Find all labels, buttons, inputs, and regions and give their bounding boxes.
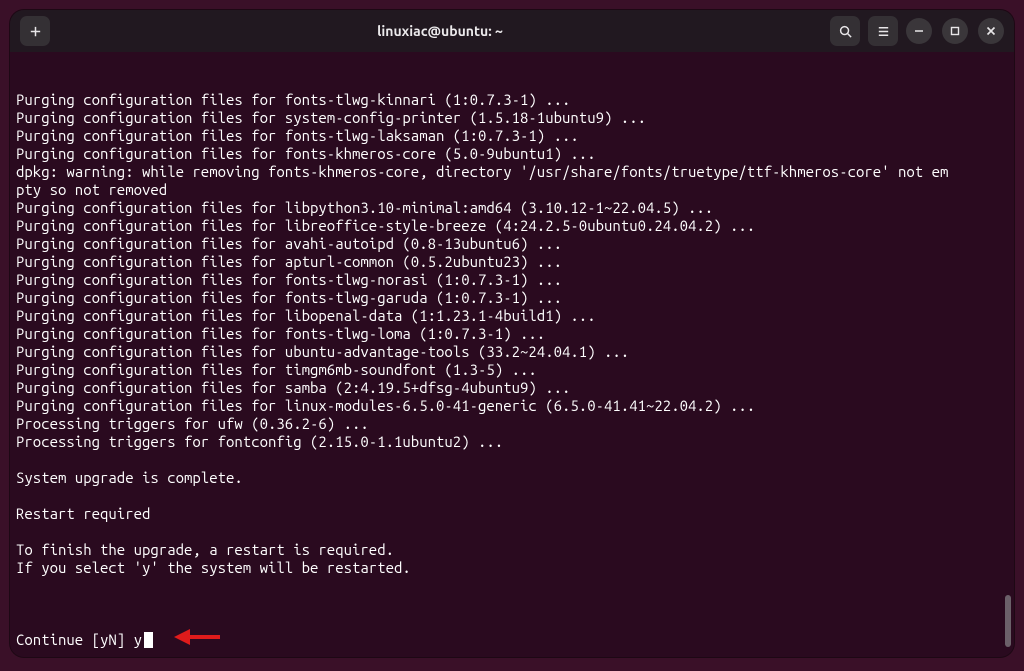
- terminal-line: Purging configuration files for apturl-c…: [16, 253, 1008, 271]
- terminal-line: Processing triggers for ufw (0.36.2-6) .…: [16, 415, 1008, 433]
- hamburger-menu-button[interactable]: [868, 16, 898, 46]
- terminal-line: Purging configuration files for linux-mo…: [16, 397, 1008, 415]
- window-controls: [906, 18, 1004, 44]
- cursor: [144, 632, 153, 648]
- terminal-line: Purging configuration files for avahi-au…: [16, 235, 1008, 253]
- terminal-line: To finish the upgrade, a restart is requ…: [16, 541, 1008, 559]
- terminal-output[interactable]: Purging configuration files for fonts-tl…: [10, 52, 1014, 657]
- user-input: y: [134, 631, 142, 648]
- terminal-line: Purging configuration files for fonts-tl…: [16, 91, 1008, 109]
- terminal-window: linuxiac@ubuntu: ~ Purging configuration…: [10, 10, 1014, 657]
- new-tab-button[interactable]: [20, 16, 50, 46]
- terminal-line: Purging configuration files for fonts-kh…: [16, 145, 1008, 163]
- terminal-line: Purging configuration files for system-c…: [16, 109, 1008, 127]
- terminal-line: Purging configuration files for fonts-tl…: [16, 127, 1008, 145]
- terminal-line: dpkg: warning: while removing fonts-khme…: [16, 163, 1008, 181]
- terminal-line: Purging configuration files for samba (2…: [16, 379, 1008, 397]
- annotation-arrow: [174, 629, 220, 645]
- title-bar: linuxiac@ubuntu: ~: [10, 10, 1014, 52]
- prompt-text: Continue [yN]: [16, 631, 134, 648]
- scrollbar[interactable]: [1005, 595, 1011, 647]
- terminal-line: Purging configuration files for libreoff…: [16, 217, 1008, 235]
- terminal-line: System upgrade is complete.: [16, 469, 1008, 487]
- terminal-line: Restart required: [16, 505, 1008, 523]
- terminal-line: Purging configuration files for fonts-tl…: [16, 325, 1008, 343]
- terminal-line: Purging configuration files for libopena…: [16, 307, 1008, 325]
- terminal-line: Purging configuration files for libpytho…: [16, 199, 1008, 217]
- terminal-line: [16, 451, 1008, 469]
- terminal-line: Purging configuration files for fonts-tl…: [16, 289, 1008, 307]
- search-button[interactable]: [830, 16, 860, 46]
- terminal-line: Purging configuration files for ubuntu-a…: [16, 343, 1008, 361]
- terminal-line: If you select 'y' the system will be res…: [16, 559, 1008, 577]
- close-button[interactable]: [978, 18, 1004, 44]
- terminal-line: pty so not removed: [16, 181, 1008, 199]
- maximize-button[interactable]: [942, 18, 968, 44]
- terminal-line: [16, 577, 1008, 595]
- terminal-line: Purging configuration files for timgm6mb…: [16, 361, 1008, 379]
- terminal-line: Processing triggers for fontconfig (2.15…: [16, 433, 1008, 451]
- minimize-button[interactable]: [906, 18, 932, 44]
- window-title: linuxiac@ubuntu: ~: [58, 23, 822, 39]
- terminal-line: [16, 487, 1008, 505]
- terminal-line: [16, 523, 1008, 541]
- terminal-line: Purging configuration files for fonts-tl…: [16, 271, 1008, 289]
